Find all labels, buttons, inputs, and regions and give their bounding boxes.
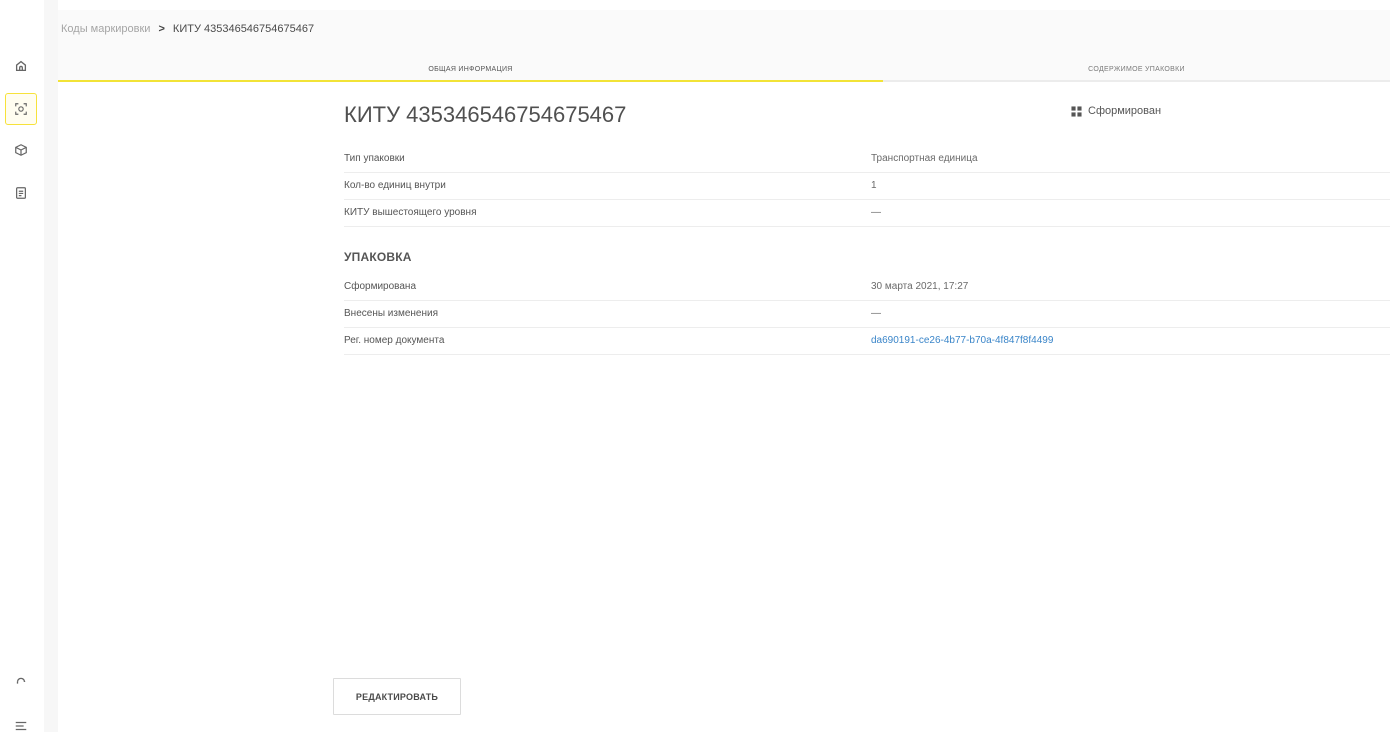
detail-value: 30 марта 2021, 17:27 — [871, 281, 969, 292]
sidebar-item-menu[interactable] — [5, 710, 37, 732]
menu-icon — [15, 721, 27, 731]
home-icon — [15, 60, 27, 72]
detail-value: Транспортная единица — [871, 153, 978, 164]
detail-row-doc-number: Рег. номер документа da690191-ce26-4b77-… — [344, 328, 1390, 355]
detail-row-formed: Сформирована 30 марта 2021, 17:27 — [344, 274, 1390, 301]
box-grid-icon — [1071, 105, 1082, 117]
breadcrumb-parent-link[interactable]: Коды маркировки — [61, 23, 150, 35]
breadcrumb: Коды маркировки > КИТУ 43534654675467546… — [61, 23, 314, 35]
support-icon — [16, 677, 26, 684]
document-number-link[interactable]: da690191-ce26-4b77-b70a-4f847f8f4499 — [871, 335, 1053, 346]
sidebar-item-packages[interactable] — [5, 134, 37, 166]
breadcrumb-separator: > — [158, 23, 165, 35]
detail-value: — — [871, 207, 881, 218]
detail-row-package-type: Тип упаковки Транспортная единица — [344, 146, 1390, 173]
content-gutter — [44, 0, 58, 732]
detail-value: — — [871, 308, 881, 319]
sidebar-item-home[interactable] — [5, 50, 37, 82]
detail-label: Кол-во единиц внутри — [344, 180, 446, 191]
detail-row-units-inside: Кол-во единиц внутри 1 — [344, 173, 1390, 200]
status-label: Сформирован — [1088, 105, 1162, 117]
sidebar-item-support[interactable] — [5, 665, 37, 697]
document-icon — [16, 187, 26, 199]
tab-bar: Общая информация Содержимое упаковки — [58, 58, 1390, 82]
detail-row-changes: Внесены изменения — — [344, 301, 1390, 328]
breadcrumb-current: КИТУ 435346546754675467 — [172, 23, 315, 35]
detail-value: 1 — [871, 180, 877, 191]
sidebar — [0, 0, 44, 732]
section-title-packaging: Упаковка — [344, 250, 412, 264]
status-badge: Сформирован — [1071, 105, 1161, 117]
tab-general-info[interactable]: Общая информация — [58, 58, 883, 82]
sidebar-item-marking-codes[interactable] — [5, 93, 37, 125]
detail-label: Рег. номер документа — [344, 335, 445, 346]
detail-label: Тип упаковки — [344, 153, 405, 164]
page-header: Коды маркировки > КИТУ 43534654675467546… — [58, 10, 1390, 82]
edit-button[interactable]: РЕДАКТИРОВАТЬ — [333, 678, 461, 715]
package-icon — [15, 144, 27, 156]
detail-label: КИТУ вышестоящего уровня — [344, 207, 477, 218]
sidebar-item-documents[interactable] — [5, 177, 37, 209]
detail-row-parent-kitu: КИТУ вышестоящего уровня — — [344, 200, 1390, 227]
scan-icon — [15, 103, 27, 115]
detail-label: Внесены изменения — [344, 308, 439, 319]
tab-package-contents[interactable]: Содержимое упаковки — [883, 58, 1390, 82]
detail-label: Сформирована — [344, 281, 417, 292]
page-title: КИТУ 435346546754675467 — [344, 102, 627, 127]
